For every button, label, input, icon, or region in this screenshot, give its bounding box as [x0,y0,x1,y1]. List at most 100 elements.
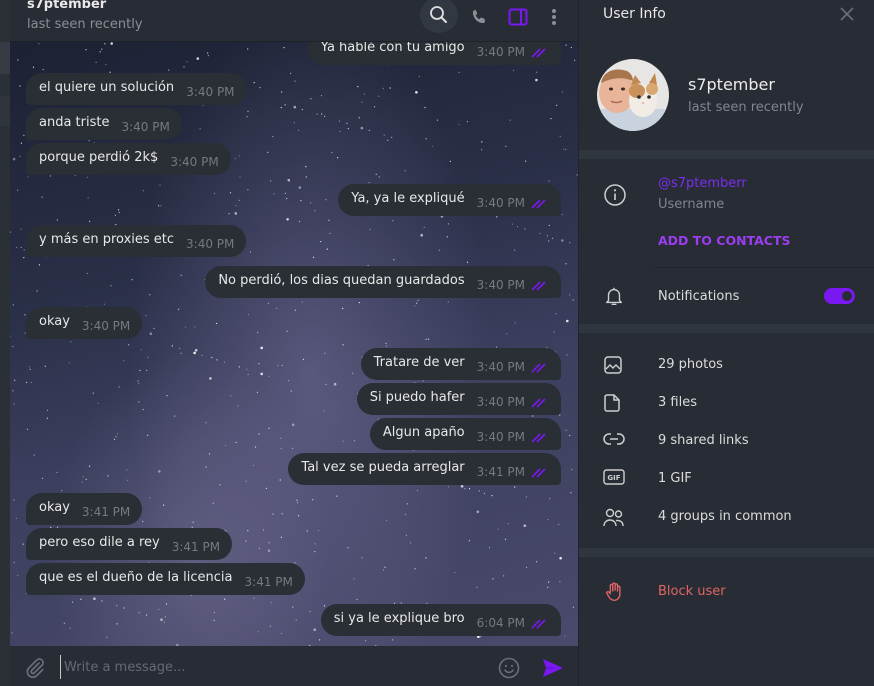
incoming-message[interactable]: okay 3:41 PM [26,493,143,525]
message-text: que es el dueño de la licencia [39,569,233,585]
shared-media-label: 3 files [658,395,697,410]
svg-text:GIF: GIF [607,474,620,482]
chat-list-item[interactable] [0,96,10,126]
incoming-message[interactable]: y más en proxies etc 3:40 PM [26,225,247,257]
section-separator [579,324,874,333]
message-text: Si puedo hafer [369,389,465,405]
bell-icon-wrap [603,285,625,311]
chat-area: s7ptember last seen recently Ya hablé co… [10,0,578,686]
send-button[interactable] [542,658,564,682]
more-options-button[interactable] [535,0,573,34]
call-button[interactable] [460,0,498,34]
incoming-message[interactable]: el quiere un solución 3:40 PM [26,73,247,105]
section-separator [579,150,874,159]
message-text: porque perdió 2k$ [39,149,159,165]
read-checkmarks-icon [531,361,549,373]
message-text: Ya hablé con tu amigo [320,42,465,55]
smiley-icon [498,657,520,679]
divider [653,267,874,268]
avatar-photo [597,59,669,131]
message-input[interactable] [60,655,490,679]
search-button[interactable] [420,0,458,33]
message-time: 3:41 PM [171,540,221,554]
outgoing-message[interactable]: Algun apaño 3:40 PM [369,418,561,450]
chat-list-item[interactable] [0,42,10,74]
username-value[interactable]: @s7ptemberr [658,176,747,191]
more-vertical-icon [552,9,556,25]
incoming-message[interactable]: que es el dueño de la licencia 3:41 PM [26,563,305,595]
shared-media-label: 29 photos [658,357,723,372]
add-to-contacts-button[interactable]: ADD TO CONTACTS [658,233,790,248]
composer [10,646,578,686]
outgoing-message[interactable]: Si puedo hafer 3:40 PM [356,383,561,415]
message-time: 3:40 PM [476,395,525,409]
telegram-window: s7ptember last seen recently Ya hablé co… [0,0,874,686]
sidebar-panel-icon [508,8,528,26]
read-checkmarks-icon [531,466,549,478]
shared-media-row[interactable]: 4 groups in common [579,500,874,534]
shared-media-row[interactable]: 3 files [579,386,874,420]
message-text: Ya, ya le expliqué [351,190,465,206]
incoming-message[interactable]: pero eso dile a rey 3:41 PM [26,528,233,560]
close-panel-button[interactable] [839,6,855,26]
shared-media-label: 9 shared links [658,433,749,448]
message-text: okay [39,313,70,329]
message-time: 3:40 PM [476,278,525,292]
message-time: 3:41 PM [81,505,131,519]
shared-media-row[interactable]: 9 shared links [579,424,874,458]
outgoing-message[interactable]: Ya hablé con tu amigo 3:40 PM [307,42,561,65]
read-checkmarks-icon [531,431,549,443]
message-list[interactable]: Ya hablé con tu amigo 3:40 PM el quiere un… [10,42,578,646]
message-time: 3:40 PM [476,45,525,59]
peer-name[interactable]: s7ptember [27,0,106,12]
chat-list-sliver[interactable] [0,0,10,686]
message-time: 3:41 PM [244,575,293,589]
block-user-button[interactable]: Block user [658,584,726,599]
message-time: 3:40 PM [186,237,235,251]
outgoing-message[interactable]: si ya le explique bro 6:04 PM [320,604,561,636]
outgoing-message[interactable]: Ya, ya le expliqué 3:40 PM [338,184,561,216]
shared-media-row[interactable]: 29 photos [579,348,874,382]
incoming-message[interactable]: anda triste 3:40 PM [26,108,182,140]
avatar[interactable] [597,59,669,131]
search-icon [430,6,447,23]
notifications-label: Notifications [658,289,740,304]
close-icon [840,7,854,21]
paperclip-icon [26,658,44,679]
message-text: pero eso dile a rey [39,534,160,550]
read-checkmarks-icon [531,197,549,209]
peer-status: last seen recently [27,17,143,32]
outgoing-message[interactable]: Tal vez se pueda arreglar 3:41 PM [288,453,561,485]
read-checkmarks-icon [531,396,549,408]
toggle-info-panel-button[interactable] [499,0,537,34]
message-text: el quiere un solución [39,79,175,95]
outgoing-message[interactable]: Tratare de ver 3:40 PM [360,348,561,380]
chat-header: s7ptember last seen recently [10,0,578,42]
shared-media-label: 1 GIF [658,471,692,486]
incoming-message[interactable]: okay 3:40 PM [26,307,143,339]
outgoing-message[interactable]: No perdió, los dias quedan guardados 3:40… [205,266,561,298]
message-time: 3:40 PM [476,430,525,444]
message-text: y más en proxies etc [39,231,175,247]
toggle-knob [840,289,854,303]
notifications-toggle[interactable] [824,288,855,304]
profile-name: s7ptember [688,75,775,94]
profile-status: last seen recently [688,100,804,115]
incoming-message[interactable]: porque perdió 2k$ 3:40 PM [26,143,231,175]
shared-media-row[interactable]: GIF 1 GIF [579,462,874,496]
hand-icon-wrap [603,581,625,607]
groups-icon [603,507,625,531]
info-icon-wrap [603,183,627,211]
send-icon [543,659,563,677]
read-checkmarks-icon [531,279,549,291]
username-label: Username [658,197,725,212]
shared-media-label: 4 groups in common [658,509,792,524]
message-text: okay [39,499,70,515]
attach-button[interactable] [24,657,46,683]
message-time: 3:40 PM [476,360,525,374]
message-time: 3:40 PM [186,85,235,99]
message-time: 3:41 PM [476,465,525,479]
message-time: 6:04 PM [476,616,525,630]
read-checkmarks-icon [531,46,549,58]
emoji-button[interactable] [498,657,520,683]
